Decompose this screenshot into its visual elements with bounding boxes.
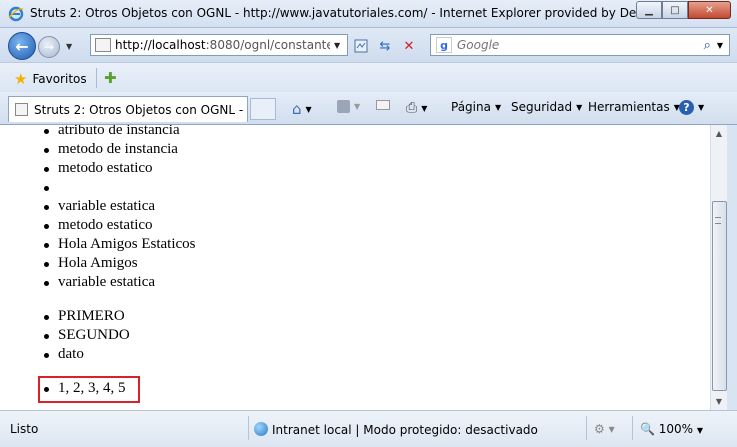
tab-label: Struts 2: Otros Objetos con OGNL - h... [34, 102, 247, 117]
status-text: Listo [10, 422, 39, 436]
close-icon: ✕ [705, 4, 714, 16]
add-ons-icon[interactable]: ⚙ ▾ [594, 422, 615, 436]
page-icon [15, 103, 29, 116]
tools-menu[interactable]: Herramientas ▼ [588, 100, 680, 114]
help-button[interactable]: ? ▼ [679, 100, 704, 115]
favorites-button[interactable]: ★ Favoritos [14, 70, 87, 88]
chevron-down-icon[interactable]: ▼ [354, 102, 360, 111]
status-bar: Listo Intranet local | Modo protegido: d… [0, 410, 737, 447]
print-button[interactable]: ⎙ ▼ [406, 100, 427, 116]
mail-button[interactable] [376, 100, 390, 110]
url-text[interactable]: http://localhost:8080/ognl/constantes.ac [115, 38, 330, 52]
mail-icon [376, 100, 390, 110]
forward-button[interactable]: → [38, 36, 60, 58]
page-menu-label: Página [451, 100, 491, 114]
help-icon: ? [679, 100, 694, 115]
chevron-down-icon[interactable]: ▼ [698, 103, 704, 112]
chevron-down-icon[interactable]: ▼ [306, 105, 312, 114]
window-frame [727, 125, 737, 410]
scrollbar-grip-icon [715, 217, 721, 224]
chevron-down-icon: ▼ [494, 103, 502, 112]
maximize-icon: □ [670, 4, 680, 16]
google-icon: g [436, 37, 452, 53]
back-button[interactable]: ← [8, 32, 36, 60]
page-content: atributo de instancia metodo de instanci… [0, 125, 710, 410]
search-input[interactable] [457, 38, 687, 52]
separator [586, 416, 587, 440]
zoom-level: 100% [658, 422, 694, 436]
search-icon[interactable]: ⌕ [704, 38, 711, 53]
browser-tab[interactable]: Struts 2: Otros Objetos con OGNL - h... [8, 96, 248, 122]
tools-menu-label: Herramientas [588, 100, 670, 114]
address-dropdown-icon[interactable]: ▼ [334, 41, 340, 50]
close-window-button[interactable]: ✕ [688, 1, 731, 19]
title-bar: Struts 2: Otros Objetos con OGNL - http:… [0, 0, 737, 28]
print-icon: ⎙ [406, 100, 418, 116]
favorites-bar: ★ Favoritos ✚ [0, 62, 737, 92]
separator [632, 416, 633, 440]
new-tab-button[interactable] [250, 98, 276, 120]
security-zone[interactable]: Intranet local | Modo protegido: desacti… [254, 422, 538, 437]
internet-explorer-icon [8, 6, 24, 22]
maximize-button[interactable]: □ [662, 1, 688, 19]
favorites-label: Favoritos [32, 72, 87, 86]
chevron-down-icon[interactable]: ▼ [421, 104, 427, 113]
globe-icon [254, 422, 268, 436]
add-to-favorites-icon[interactable]: ✚ [104, 69, 124, 87]
page-icon [95, 38, 111, 52]
scroll-down-arrow-icon[interactable]: ▼ [711, 393, 727, 410]
recent-pages-dropdown[interactable]: ▼ [66, 42, 72, 51]
chevron-down-icon[interactable]: ▼ [697, 426, 703, 435]
scrollbar-thumb[interactable] [712, 201, 727, 391]
vertical-scrollbar[interactable]: ▲ ▼ [710, 125, 727, 410]
window-title: Struts 2: Otros Objetos con OGNL - http:… [30, 6, 643, 20]
separator [96, 68, 97, 88]
security-menu-label: Seguridad [511, 100, 573, 114]
zoom-control[interactable]: 🔍 100% ▼ [640, 422, 703, 436]
separator [248, 416, 249, 440]
search-box[interactable]: g ⌕ ▼ [430, 34, 730, 56]
compatibility-view-icon[interactable] [352, 37, 370, 55]
feeds-button[interactable]: ▼ [337, 100, 360, 113]
security-menu[interactable]: Seguridad ▼ [511, 100, 582, 114]
scroll-up-arrow-icon[interactable]: ▲ [711, 125, 727, 142]
stop-icon[interactable]: ✕ [400, 37, 418, 55]
tab-bar: Struts 2: Otros Objetos con OGNL - h... … [0, 92, 737, 125]
address-bar[interactable]: http://localhost:8080/ognl/constantes.ac… [90, 34, 348, 56]
home-button[interactable]: ⌂ ▼ [292, 100, 312, 118]
highlight-box [38, 376, 140, 403]
security-zone-label: Intranet local | Modo protegido: desacti… [272, 423, 538, 437]
forward-arrow-icon: → [43, 40, 55, 54]
minimize-icon: ▁ [645, 4, 653, 16]
page-menu[interactable]: Página ▼ [451, 100, 501, 115]
star-icon: ★ [14, 70, 28, 88]
refresh-icon[interactable]: ⇆ [376, 37, 394, 55]
rss-feed-icon [337, 100, 350, 113]
minimize-button[interactable]: ▁ [636, 1, 662, 19]
chevron-down-icon: ▼ [576, 102, 583, 112]
zoom-icon: 🔍 [640, 422, 655, 436]
navigation-bar: ← → ▼ http://localhost:8080/ognl/constan… [0, 28, 737, 62]
back-arrow-icon: ← [15, 36, 29, 56]
home-icon: ⌂ [292, 100, 302, 118]
search-dropdown-icon[interactable]: ▼ [717, 41, 723, 50]
